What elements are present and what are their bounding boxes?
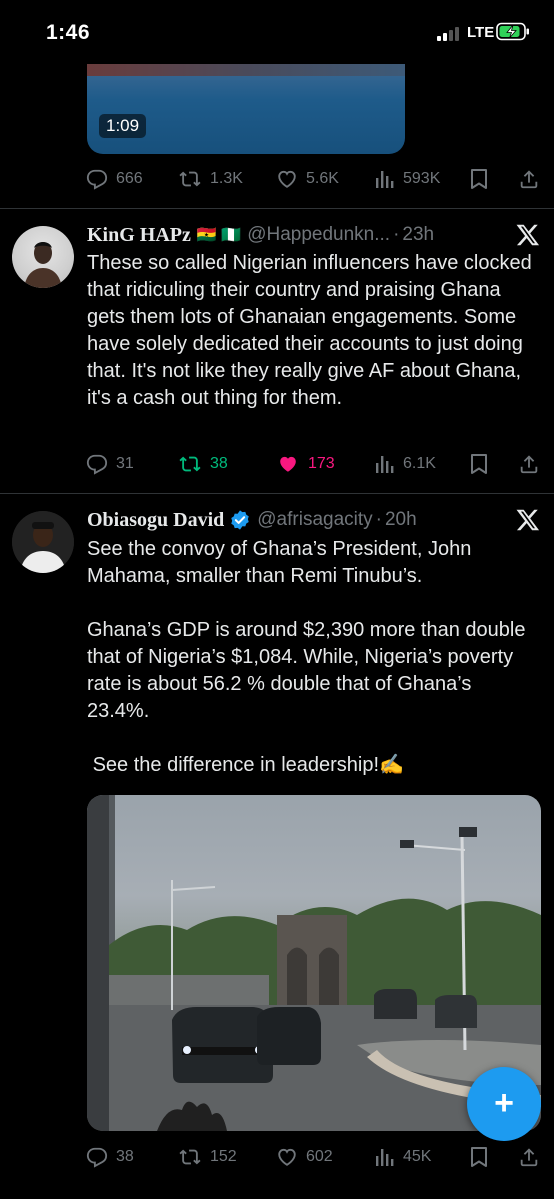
bookmark-button[interactable] bbox=[470, 165, 488, 193]
repost-icon bbox=[179, 456, 201, 472]
x-logo-icon[interactable] bbox=[515, 507, 541, 533]
reply-button[interactable]: 666 bbox=[86, 165, 143, 193]
like-button[interactable]: 5.6K bbox=[276, 165, 339, 193]
repost-count: 1.3K bbox=[210, 170, 243, 187]
x-logo-icon[interactable] bbox=[515, 222, 541, 248]
like-icon bbox=[278, 1148, 296, 1166]
tweet-header: KinG HAPz 🇬🇭 🇳🇬 @Happedunkn... · 23h bbox=[87, 222, 434, 248]
compose-button[interactable]: + bbox=[467, 1067, 541, 1141]
separator-dot: · bbox=[375, 509, 382, 530]
views-button[interactable]: 6.1K bbox=[375, 450, 436, 478]
like-count: 173 bbox=[308, 455, 335, 472]
video-duration: 1:09 bbox=[99, 114, 147, 138]
views-icon bbox=[376, 171, 394, 188]
repost-count: 152 bbox=[210, 1148, 237, 1165]
display-name[interactable]: Obiasogu David bbox=[87, 509, 224, 532]
tweet-text: See the convoy of Ghana’s President, Joh… bbox=[87, 538, 526, 776]
share-icon bbox=[520, 455, 538, 474]
bookmark-icon bbox=[471, 454, 487, 474]
views-count: 45K bbox=[403, 1148, 432, 1165]
tweet-actions: 31 38 173 6.1K bbox=[86, 450, 546, 478]
share-button[interactable] bbox=[518, 1143, 540, 1171]
share-button[interactable] bbox=[518, 450, 540, 478]
repost-button[interactable]: 38 bbox=[178, 450, 228, 478]
reply-count: 666 bbox=[116, 170, 143, 187]
avatar-figure bbox=[12, 511, 74, 573]
avatar[interactable] bbox=[12, 226, 74, 288]
views-button[interactable]: 593K bbox=[375, 165, 440, 193]
repost-count: 38 bbox=[210, 455, 228, 472]
compose-icon: + bbox=[494, 1084, 514, 1122]
like-icon bbox=[278, 170, 296, 188]
repost-button[interactable]: 1.3K bbox=[178, 165, 243, 193]
verified-icon bbox=[231, 510, 249, 530]
video-top-band bbox=[87, 64, 405, 76]
tweet-actions: 38 152 602 45K bbox=[86, 1143, 546, 1171]
status-bar: 1:46 LTE bbox=[0, 0, 554, 64]
tweet-text: These so called Nigerian influencers hav… bbox=[87, 252, 538, 409]
like-button[interactable]: 602 bbox=[276, 1143, 333, 1171]
separator-dot: · bbox=[393, 224, 400, 245]
reply-button[interactable]: 38 bbox=[86, 1143, 134, 1171]
flag-emojis: 🇬🇭 🇳🇬 bbox=[196, 227, 242, 244]
share-icon bbox=[520, 1148, 538, 1167]
reply-button[interactable]: 31 bbox=[86, 450, 134, 478]
views-icon bbox=[376, 456, 394, 473]
tweet-header: Obiasogu David @afrisagacity · 20h bbox=[87, 507, 417, 533]
bookmark-button[interactable] bbox=[470, 1143, 488, 1171]
tweet-divider bbox=[0, 208, 554, 209]
reply-count: 31 bbox=[116, 455, 134, 472]
network-label: LTE bbox=[467, 24, 495, 41]
share-icon bbox=[520, 170, 538, 189]
bookmark-icon bbox=[471, 169, 487, 189]
status-time: 1:46 bbox=[46, 21, 91, 44]
video-thumbnail[interactable]: 1:09 bbox=[87, 64, 405, 154]
user-handle[interactable]: @afrisagacity bbox=[257, 509, 372, 531]
like-count: 602 bbox=[306, 1148, 333, 1165]
display-name[interactable]: KinG HAPz bbox=[87, 224, 191, 247]
reply-icon bbox=[86, 454, 108, 475]
user-handle[interactable]: @Happedunkn... bbox=[247, 224, 390, 246]
like-count: 5.6K bbox=[306, 170, 339, 187]
avatar-figure bbox=[24, 242, 62, 288]
tweet-actions: 666 1.3K 5.6K 593K bbox=[86, 165, 546, 193]
like-button[interactable]: 173 bbox=[276, 450, 335, 478]
video-thumbnail[interactable] bbox=[87, 795, 541, 1131]
video-scene bbox=[87, 795, 541, 1131]
timestamp[interactable]: 23h bbox=[402, 224, 434, 246]
views-button[interactable]: 45K bbox=[375, 1143, 431, 1171]
views-count: 593K bbox=[403, 170, 441, 187]
bookmark-icon bbox=[471, 1147, 487, 1167]
share-button[interactable] bbox=[518, 165, 540, 193]
views-icon bbox=[376, 1149, 394, 1166]
views-count: 6.1K bbox=[403, 455, 436, 472]
repost-button[interactable]: 152 bbox=[178, 1143, 237, 1171]
tweet-divider bbox=[0, 493, 554, 494]
reply-count: 38 bbox=[116, 1148, 134, 1165]
bookmark-button[interactable] bbox=[470, 450, 488, 478]
timestamp[interactable]: 20h bbox=[385, 509, 417, 531]
repost-icon bbox=[179, 171, 201, 187]
like-icon bbox=[280, 456, 296, 472]
repost-icon bbox=[179, 1149, 201, 1165]
reply-icon bbox=[86, 169, 108, 190]
reply-icon bbox=[86, 1147, 108, 1168]
avatar[interactable] bbox=[12, 511, 74, 573]
signal-icon bbox=[437, 27, 463, 41]
battery-charging-icon bbox=[496, 22, 529, 41]
